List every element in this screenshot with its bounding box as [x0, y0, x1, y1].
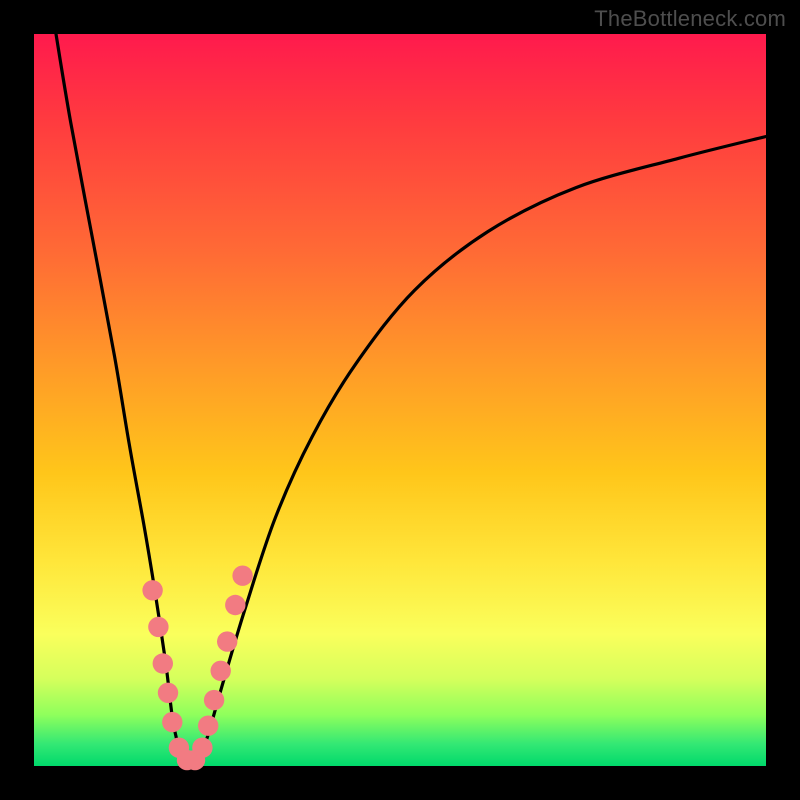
highlight-dot	[158, 683, 178, 703]
chart-svg	[34, 34, 766, 766]
highlight-dot	[153, 653, 173, 673]
highlight-dot	[142, 580, 162, 600]
highlight-dot	[232, 566, 252, 586]
highlight-dot	[211, 661, 231, 681]
watermark-text: TheBottleneck.com	[594, 6, 786, 32]
highlight-dot	[204, 690, 224, 710]
chart-plot-area	[34, 34, 766, 766]
highlight-dot	[198, 716, 218, 736]
chart-frame: TheBottleneck.com	[0, 0, 800, 800]
highlight-dots	[142, 566, 252, 771]
highlight-dot	[192, 738, 212, 758]
highlight-dot	[217, 631, 237, 651]
highlight-dot	[162, 712, 182, 732]
highlight-dot	[148, 617, 168, 637]
highlight-dot	[225, 595, 245, 615]
